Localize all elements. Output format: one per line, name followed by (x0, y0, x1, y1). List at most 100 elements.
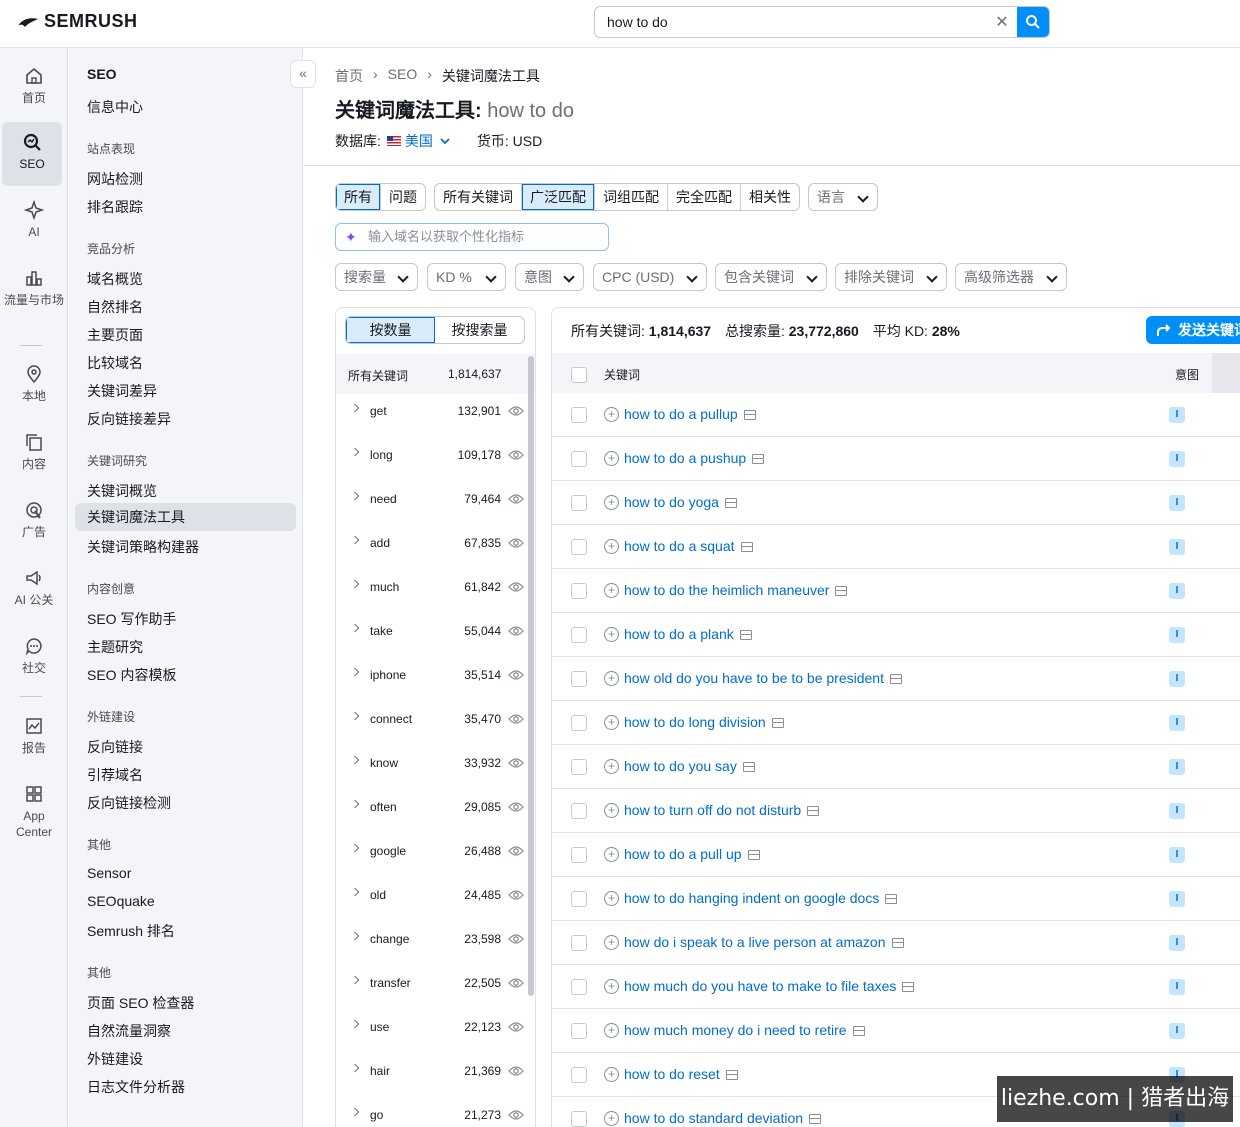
keyword-link[interactable]: how to turn off do not disturb (624, 802, 820, 818)
chevron-right-icon[interactable] (350, 667, 360, 677)
eye-icon[interactable] (508, 933, 524, 945)
row-checkbox[interactable] (571, 891, 587, 907)
keyword-link[interactable]: how to do a pushup (624, 450, 765, 466)
group-row[interactable]: add 67,835 (336, 524, 526, 568)
row-checkbox[interactable] (571, 671, 587, 687)
row-checkbox[interactable] (571, 1111, 587, 1127)
domain-input[interactable]: ✦ 输入域名以获取个性化指标 (335, 223, 609, 251)
serp-icon[interactable] (725, 1070, 738, 1080)
tab-questions[interactable]: 问题 (381, 184, 425, 210)
add-to-list-icon[interactable]: + (604, 715, 619, 730)
groups-scrollbar[interactable] (528, 356, 534, 996)
add-to-list-icon[interactable]: + (604, 979, 619, 994)
sidebar-item-on-page-checker[interactable]: 页面 SEO 检查器 (87, 993, 194, 1013)
eye-icon[interactable] (508, 845, 524, 857)
sidebar-item-keyword-magic-tool[interactable]: 关键词魔法工具 (75, 503, 296, 531)
sidebar-item-backlink-gap[interactable]: 反向链接差异 (87, 409, 171, 429)
eye-icon[interactable] (508, 889, 524, 901)
serp-icon[interactable] (809, 1114, 822, 1124)
add-to-list-icon[interactable]: + (604, 539, 619, 554)
eye-icon[interactable] (508, 625, 524, 637)
add-to-list-icon[interactable]: + (604, 495, 619, 510)
serp-icon[interactable] (740, 542, 753, 552)
eye-icon[interactable] (508, 449, 524, 461)
row-checkbox[interactable] (571, 1023, 587, 1039)
add-to-list-icon[interactable]: + (604, 583, 619, 598)
rail-local[interactable]: 本地 (0, 364, 68, 404)
chevron-right-icon[interactable] (350, 887, 360, 897)
keyword-link[interactable]: how to do a pull up (624, 846, 760, 862)
sidebar-item-position-tracking[interactable]: 排名跟踪 (87, 197, 143, 217)
eye-icon[interactable] (508, 801, 524, 813)
row-checkbox[interactable] (571, 451, 587, 467)
filter-include-keywords[interactable]: 包含关键词 (715, 263, 827, 291)
chevron-right-icon[interactable] (350, 843, 360, 853)
sidebar-item-site-audit[interactable]: 网站检测 (87, 169, 143, 189)
rail-app-center[interactable]: App Center (0, 784, 68, 840)
sidebar-item-keyword-overview[interactable]: 关键词概览 (87, 481, 157, 501)
eye-icon[interactable] (508, 713, 524, 725)
rail-ads[interactable]: 广告 (0, 500, 68, 540)
tab-all[interactable]: 所有 (336, 184, 381, 210)
group-row[interactable]: go 21,273 (336, 1096, 526, 1127)
group-row[interactable]: transfer 22,505 (336, 964, 526, 1008)
rail-content[interactable]: 内容 (0, 432, 68, 472)
filter-intent[interactable]: 意图 (515, 263, 584, 291)
sidebar-item-writing-assistant[interactable]: SEO 写作助手 (87, 609, 176, 629)
send-keywords-button[interactable]: 发送关键词 (1146, 316, 1240, 344)
row-checkbox[interactable] (571, 539, 587, 555)
eye-icon[interactable] (508, 1065, 524, 1077)
chevron-right-icon[interactable] (350, 1107, 360, 1117)
keyword-link[interactable]: how to do long division (624, 714, 784, 730)
row-checkbox[interactable] (571, 583, 587, 599)
keyword-link[interactable]: how to do you say (624, 758, 755, 774)
serp-icon[interactable] (743, 410, 756, 420)
chevron-right-icon[interactable] (350, 447, 360, 457)
row-checkbox[interactable] (571, 979, 587, 995)
rail-reports[interactable]: 报告 (0, 716, 68, 756)
sidebar-item-compare-domains[interactable]: 比较域名 (87, 353, 143, 373)
eye-icon[interactable] (508, 977, 524, 989)
eye-icon[interactable] (508, 405, 524, 417)
add-to-list-icon[interactable]: + (604, 1023, 619, 1038)
keyword-link[interactable]: how much do you have to make to file tax… (624, 978, 915, 994)
group-row[interactable]: need 79,464 (336, 480, 526, 524)
serp-icon[interactable] (742, 762, 755, 772)
add-to-list-icon[interactable]: + (604, 891, 619, 906)
add-to-list-icon[interactable]: + (604, 935, 619, 950)
row-checkbox[interactable] (571, 407, 587, 423)
serp-icon[interactable] (891, 938, 904, 948)
sidebar-item-keyword-strategy-builder[interactable]: 关键词策略构建器 (87, 537, 199, 557)
sidebar-item-log-file-analyzer[interactable]: 日志文件分析器 (87, 1077, 185, 1097)
breadcrumb-home[interactable]: 首页 (335, 66, 363, 86)
sidebar-item-dashboard[interactable]: 信息中心 (87, 97, 143, 117)
keyword-link[interactable]: how to do the heimlich maneuver (624, 582, 848, 598)
keyword-link[interactable]: how to do a pullup (624, 406, 756, 422)
group-row[interactable]: long 109,178 (336, 436, 526, 480)
sidebar-item-semrush-rank[interactable]: Semrush 排名 (87, 921, 175, 941)
search-button[interactable] (1017, 7, 1049, 37)
eye-icon[interactable] (508, 537, 524, 549)
breadcrumb-seo[interactable]: SEO (388, 66, 418, 86)
filter-advanced[interactable]: 高级筛选器 (955, 263, 1067, 291)
add-to-list-icon[interactable]: + (604, 627, 619, 642)
chevron-right-icon[interactable] (350, 623, 360, 633)
row-checkbox[interactable] (571, 627, 587, 643)
column-intent[interactable]: 意图 (1175, 366, 1199, 383)
group-row[interactable]: know 33,932 (336, 744, 526, 788)
sort-by-volume[interactable]: 按搜索量 (435, 317, 524, 343)
rail-seo[interactable]: SEO (2, 122, 62, 186)
keyword-link[interactable]: how to do a squat (624, 538, 753, 554)
serp-icon[interactable] (724, 498, 737, 508)
chevron-right-icon[interactable] (350, 931, 360, 941)
select-all-checkbox[interactable] (571, 367, 587, 383)
chevron-right-icon[interactable] (350, 535, 360, 545)
serp-icon[interactable] (885, 894, 898, 904)
chevron-right-icon[interactable] (350, 491, 360, 501)
tab-broad-match[interactable]: 广泛匹配 (522, 184, 595, 210)
chevron-right-icon[interactable] (350, 975, 360, 985)
sidebar-item-organic-research[interactable]: 自然排名 (87, 297, 143, 317)
search-input[interactable]: how to do (595, 14, 987, 30)
keyword-link[interactable]: how to do hanging indent on google docs (624, 890, 898, 906)
add-to-list-icon[interactable]: + (604, 847, 619, 862)
